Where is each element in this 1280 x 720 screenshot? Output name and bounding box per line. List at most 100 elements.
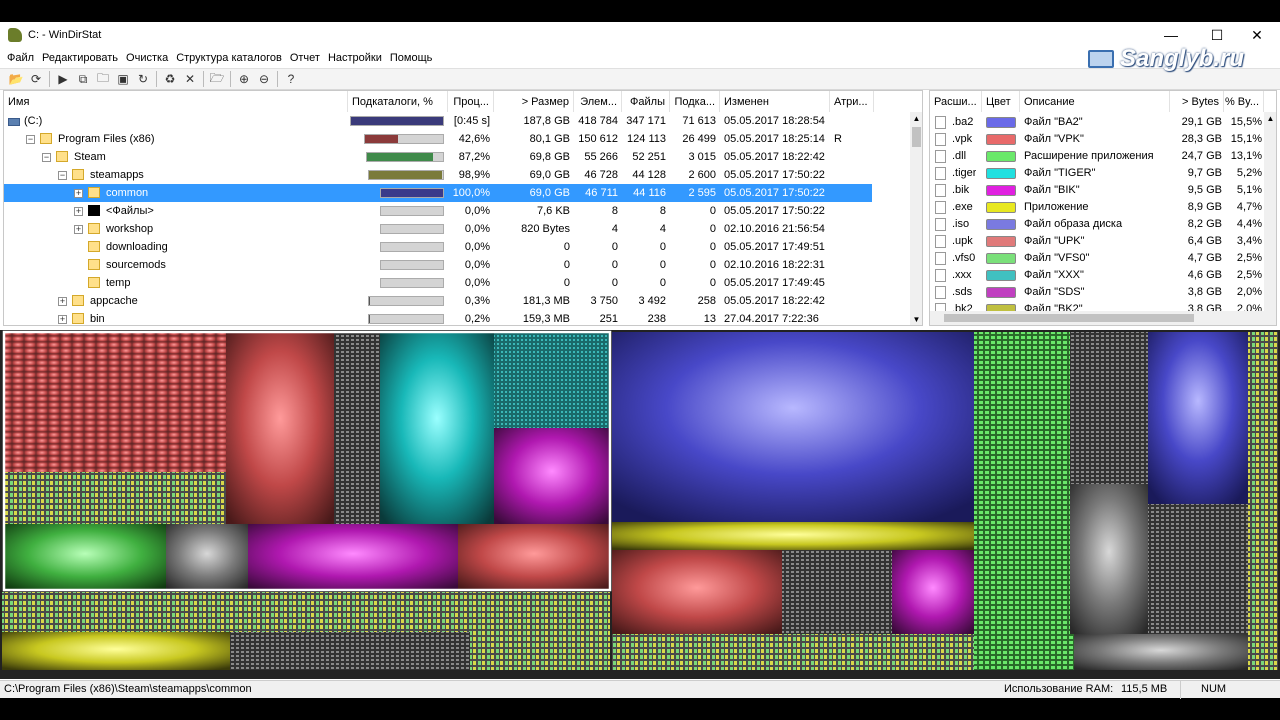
- expand-toggle[interactable]: +: [74, 225, 83, 234]
- tree-cell-subdirs: 71 613: [682, 115, 716, 127]
- tree-column-header[interactable]: Элем...: [574, 91, 622, 112]
- extension-description: Файл "TIGER": [1024, 167, 1096, 179]
- file-type-icon: [935, 184, 946, 197]
- treemap-graphic[interactable]: [0, 330, 1280, 679]
- menu-item[interactable]: Отчет: [286, 52, 324, 64]
- directory-tree[interactable]: Имя Подкаталоги, % Проц... > Размер Элем... Ф…: [3, 90, 923, 326]
- menu-item[interactable]: Очистка: [122, 52, 172, 64]
- extension-row[interactable]: .bik Файл "BIK" 9,5 GB 5,1%: [930, 182, 1276, 199]
- treemap[interactable]: [0, 330, 1280, 679]
- new-folder-icon[interactable]: 🗁: [207, 70, 227, 88]
- color-swatch: [986, 134, 1016, 145]
- help-icon[interactable]: ?: [281, 70, 301, 88]
- menu-item[interactable]: Настройки: [324, 52, 386, 64]
- tree-cell-modified: 02.10.2016 18:22:31: [724, 259, 825, 271]
- extension-column-header[interactable]: Цвет: [982, 91, 1020, 112]
- extension-row[interactable]: .dll Расширение приложения 24,7 GB 13,1%: [930, 148, 1276, 165]
- tree-column-header[interactable]: Подка...: [670, 91, 720, 112]
- extension-column-header[interactable]: Расши...: [930, 91, 982, 112]
- tree-row[interactable]: − steamapps 98,9% 69,0 GB 46 728 44 128 2 600 0…: [4, 166, 872, 184]
- extension-column-header[interactable]: > Bytes: [1170, 91, 1224, 112]
- explorer-icon[interactable]: 🗀: [93, 70, 113, 88]
- extension-column-header[interactable]: Описание: [1020, 91, 1170, 112]
- extension-description: Файл "VFS0": [1024, 252, 1090, 264]
- tree-column-header[interactable]: > Размер: [494, 91, 574, 112]
- tree-row[interactable]: + workshop 0,0% 820 Bytes 4 4 0 02.10.2016 21:5…: [4, 220, 872, 238]
- tree-column-header[interactable]: Изменен: [720, 91, 830, 112]
- tree-row[interactable]: + appcache 0,3% 181,3 MB 3 750 3 492 258 05.05.…: [4, 292, 872, 310]
- extension-bytes: 3,8 GB: [1187, 286, 1222, 298]
- tree-column-header[interactable]: Проц...: [448, 91, 494, 112]
- extension-hscrollbar[interactable]: [930, 311, 1264, 325]
- extension-scrollbar[interactable]: ▲: [1264, 112, 1276, 325]
- menu-item[interactable]: Редактировать: [38, 52, 122, 64]
- expand-toggle[interactable]: +: [74, 189, 83, 198]
- file-type-icon: [935, 133, 946, 146]
- recycle-icon[interactable]: ♻: [160, 70, 180, 88]
- menu-item[interactable]: Помощь: [386, 52, 437, 64]
- refresh-selected-icon[interactable]: ↻: [133, 70, 153, 88]
- file-type-icon: [935, 252, 946, 265]
- tree-row[interactable]: + <Файлы> 0,0% 7,6 KB 8 8 0 05.05.2017 17:50:22: [4, 202, 872, 220]
- extension-row[interactable]: .tiger Файл "TIGER" 9,7 GB 5,2%: [930, 165, 1276, 182]
- tree-column-header[interactable]: Атри...: [830, 91, 874, 112]
- file-type-icon: [935, 150, 946, 163]
- tree-column-header[interactable]: Файлы: [622, 91, 670, 112]
- zoom-out-icon[interactable]: ⊖: [254, 70, 274, 88]
- expand-toggle[interactable]: +: [58, 315, 67, 324]
- extension-row[interactable]: .ba2 Файл "BA2" 29,1 GB 15,5%: [930, 114, 1276, 131]
- tree-scrollbar[interactable]: ▲ ▼: [910, 112, 922, 325]
- extension-bytes: 8,9 GB: [1187, 201, 1222, 213]
- scroll-up-arrow-icon[interactable]: ▲: [910, 112, 922, 125]
- copy-path-icon[interactable]: ⧉: [73, 70, 93, 88]
- tree-row[interactable]: + common 100,0% 69,0 GB 46 711 44 116 2 595 05.…: [4, 184, 872, 202]
- tree-row[interactable]: (C:) [0:45 s] 187,8 GB 418 784 347 171 71 613…: [4, 112, 872, 130]
- extension-row[interactable]: .iso Файл образа диска 8,2 GB 4,4%: [930, 216, 1276, 233]
- tree-name: sourcemods: [106, 259, 166, 271]
- ext-scroll-up-arrow-icon[interactable]: ▲: [1264, 112, 1276, 125]
- menu-item[interactable]: Файл: [3, 52, 38, 64]
- tree-row[interactable]: temp 0,0% 0 0 0 0 05.05.2017 17:49:45: [4, 274, 872, 292]
- tree-row[interactable]: + bin 0,2% 159,3 MB 251 238 13 27.04.2017 7:22:…: [4, 310, 872, 325]
- tree-cell-pct: 0,2%: [464, 313, 490, 325]
- tree-row[interactable]: sourcemods 0,0% 0 0 0 0 02.10.2016 18:22:31: [4, 256, 872, 274]
- tree-name: appcache: [90, 295, 138, 307]
- scroll-down-arrow-icon[interactable]: ▼: [910, 313, 922, 325]
- scroll-thumb[interactable]: [912, 127, 921, 147]
- extension-column-header[interactable]: % By...: [1224, 91, 1264, 112]
- tree-row[interactable]: − Steam 87,2% 69,8 GB 55 266 52 251 3 015 05.05…: [4, 148, 872, 166]
- extension-row[interactable]: .vfs0 Файл "VFS0" 4,7 GB 2,5%: [930, 250, 1276, 267]
- subdir-percent-bar: [368, 296, 444, 306]
- tree-cell-attr: [834, 184, 870, 202]
- tree-cell-size: 0: [563, 241, 570, 253]
- tree-cell-size: 0: [563, 259, 570, 271]
- tree-column-header[interactable]: Имя: [4, 91, 348, 112]
- extension-row[interactable]: .vpk Файл "VPK" 28,3 GB 15,1%: [930, 131, 1276, 148]
- tree-cell-files: 0: [659, 259, 666, 271]
- tree-row[interactable]: − Program Files (x86) 42,6% 80,1 GB 150 612 1…: [4, 130, 872, 148]
- extension-row[interactable]: .xxx Файл "XXX" 4,6 GB 2,5%: [930, 267, 1276, 284]
- extension-row[interactable]: .exe Приложение 8,9 GB 4,7%: [930, 199, 1276, 216]
- zoom-in-icon[interactable]: ⊕: [234, 70, 254, 88]
- delete-icon[interactable]: ✕: [180, 70, 200, 88]
- tree-column-header[interactable]: Подкаталоги, %: [348, 91, 448, 112]
- expand-toggle[interactable]: +: [74, 207, 83, 216]
- extension-list[interactable]: Расши... Цвет Описание > Bytes% By... .ba2 Ф…: [929, 90, 1277, 326]
- expand-toggle[interactable]: −: [58, 171, 67, 180]
- extension-row[interactable]: .upk Файл "UPK" 6,4 GB 3,4%: [930, 233, 1276, 250]
- menu-item[interactable]: Структура каталогов: [172, 52, 286, 64]
- tree-cell-size: 159,3 MB: [522, 313, 570, 325]
- tree-row[interactable]: downloading 0,0% 0 0 0 0 05.05.2017 17:49:51: [4, 238, 872, 256]
- extension-row[interactable]: .sds Файл "SDS" 3,8 GB 2,0%: [930, 284, 1276, 301]
- play-icon[interactable]: ▶: [53, 70, 73, 88]
- cmd-icon[interactable]: ▣: [113, 70, 133, 88]
- tree-cell-subdirs: 0: [709, 205, 716, 217]
- expand-toggle[interactable]: −: [42, 153, 51, 162]
- expand-toggle[interactable]: −: [26, 135, 35, 144]
- extension-description: Файл "VPK": [1024, 133, 1084, 145]
- expand-toggle[interactable]: +: [58, 297, 67, 306]
- open-icon[interactable]: 📂: [6, 70, 26, 88]
- refresh-icon[interactable]: ⟳: [26, 70, 46, 88]
- tree-cell-files: 3 492: [638, 295, 666, 307]
- ext-hscroll-thumb[interactable]: [944, 314, 1194, 322]
